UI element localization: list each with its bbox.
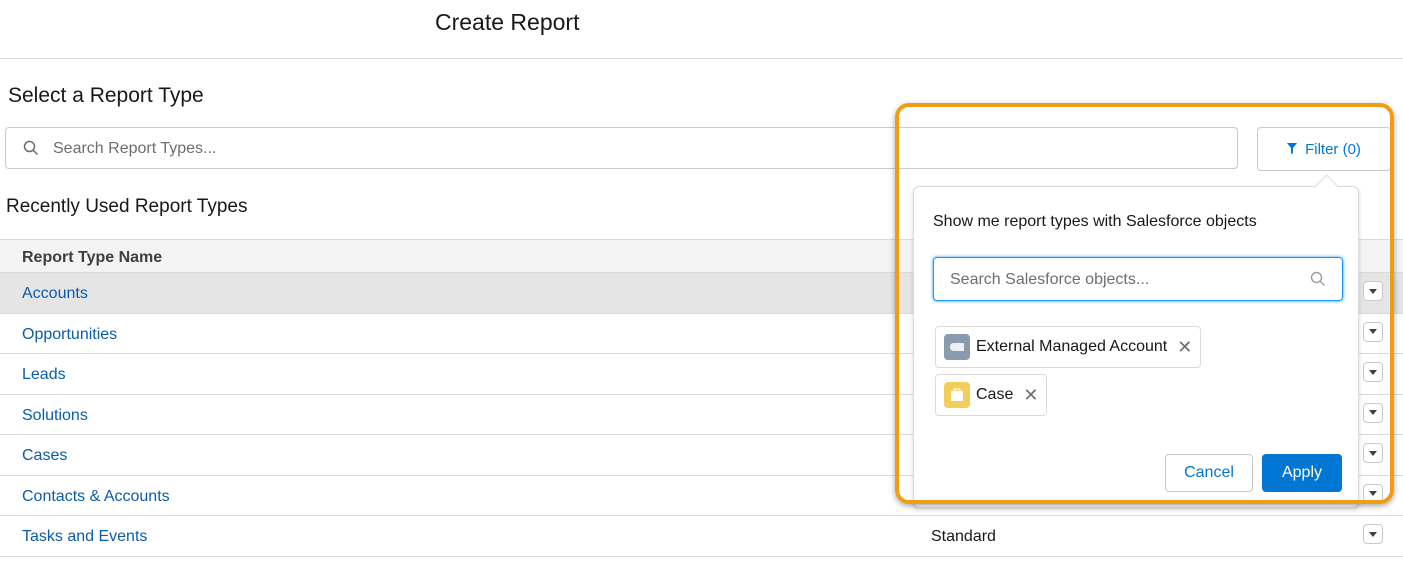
chevron-down-icon	[1369, 289, 1377, 294]
report-type-link[interactable]: Solutions	[22, 407, 88, 425]
pill-label: Case	[976, 386, 1013, 404]
chevron-down-icon	[1369, 370, 1377, 375]
row-menu-button[interactable]	[1363, 403, 1383, 423]
close-icon[interactable]: ✕	[1023, 385, 1038, 406]
close-icon[interactable]: ✕	[1177, 337, 1192, 358]
filter-button-label: Filter (0)	[1305, 141, 1361, 158]
selected-object-pill[interactable]: Case ✕	[935, 374, 1047, 416]
pill-label: External Managed Account	[976, 338, 1167, 356]
filter-icon	[1287, 141, 1297, 158]
report-type-category: Standard	[931, 528, 996, 546]
object-search-box[interactable]	[933, 257, 1343, 301]
recent-report-types-heading: Recently Used Report Types	[6, 196, 248, 218]
filter-prompt: Show me report types with Salesforce obj…	[933, 213, 1257, 231]
row-menu-button[interactable]	[1363, 443, 1383, 463]
row-menu-button[interactable]	[1363, 322, 1383, 342]
report-type-link[interactable]: Accounts	[22, 285, 88, 303]
external-account-icon	[944, 334, 970, 360]
section-title: Select a Report Type	[8, 84, 204, 108]
report-type-link[interactable]: Cases	[22, 447, 67, 465]
page-header: Create Report	[0, 0, 1403, 59]
report-type-link[interactable]: Tasks and Events	[22, 528, 147, 546]
cancel-button[interactable]: Cancel	[1165, 454, 1253, 492]
filter-button[interactable]: Filter (0)	[1257, 127, 1391, 171]
table-row[interactable]: Tasks and Events Standard	[0, 516, 1403, 557]
chevron-down-icon	[1369, 329, 1377, 334]
chevron-down-icon	[1369, 532, 1377, 537]
row-menu-button[interactable]	[1363, 484, 1383, 504]
row-menu-button[interactable]	[1363, 362, 1383, 382]
row-menu-button[interactable]	[1363, 524, 1383, 544]
row-menu-button[interactable]	[1363, 281, 1383, 301]
report-type-search[interactable]	[5, 127, 1238, 169]
object-search-input[interactable]	[948, 268, 1292, 292]
chevron-down-icon	[1369, 410, 1377, 415]
report-type-link[interactable]: Opportunities	[22, 326, 117, 344]
column-header-report-type-name: Report Type Name	[22, 249, 162, 267]
search-icon	[23, 140, 39, 161]
filter-popover: Show me report types with Salesforce obj…	[913, 186, 1359, 508]
case-icon	[944, 382, 970, 408]
chevron-down-icon	[1369, 451, 1377, 456]
search-input[interactable]	[51, 136, 905, 162]
report-type-link[interactable]: Leads	[22, 366, 66, 384]
selected-object-pill[interactable]: External Managed Account ✕	[935, 326, 1201, 368]
search-icon	[1310, 271, 1326, 292]
apply-button[interactable]: Apply	[1262, 454, 1342, 492]
report-type-link[interactable]: Contacts & Accounts	[22, 488, 170, 506]
chevron-down-icon	[1369, 491, 1377, 496]
page-title: Create Report	[435, 9, 579, 36]
popover-nubbin	[1314, 174, 1338, 198]
